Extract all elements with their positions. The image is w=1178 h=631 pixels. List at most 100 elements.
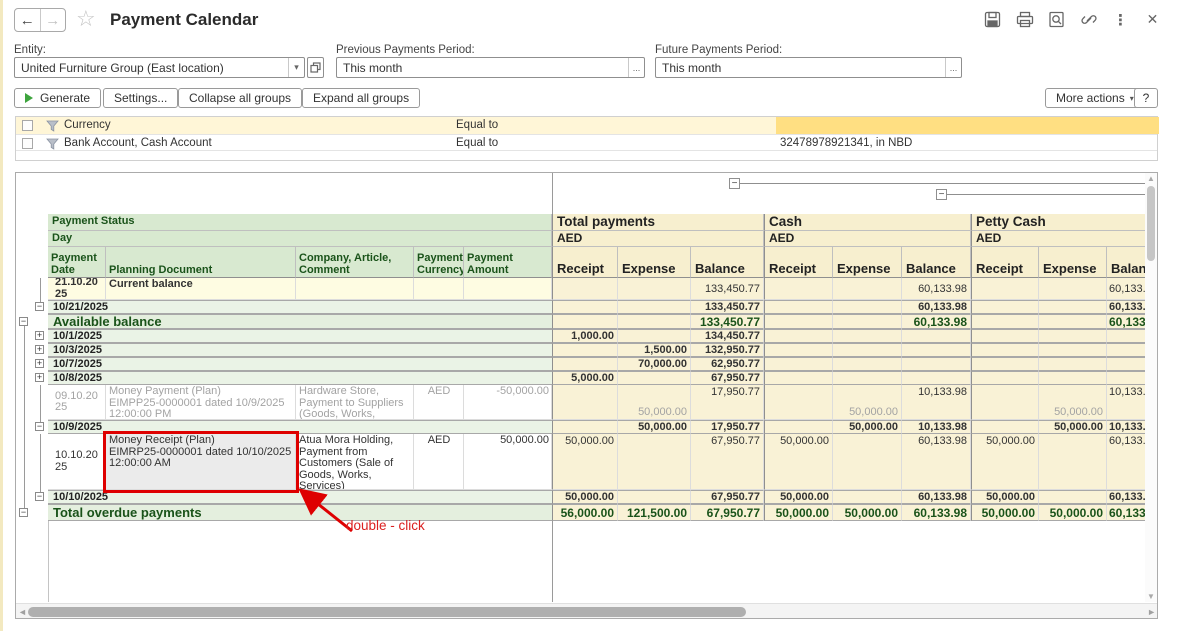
cell-cb[interactable]: [902, 343, 971, 357]
cell-pr[interactable]: [971, 385, 1039, 420]
cell-pe[interactable]: [1039, 343, 1107, 357]
filter-row-currency[interactable]: Currency Equal to: [16, 117, 1157, 134]
day-row-label[interactable]: 10/1/2025: [48, 329, 552, 343]
minus-expander-icon[interactable]: −: [19, 508, 28, 517]
cell-pe[interactable]: [1039, 357, 1107, 371]
minus-expander-icon[interactable]: −: [35, 492, 44, 501]
cell-pe[interactable]: [1039, 314, 1107, 329]
cell-tr[interactable]: [552, 385, 618, 420]
plus-expander-icon[interactable]: +: [35, 345, 44, 354]
cell-pb[interactable]: 60,133.98: [1107, 504, 1147, 521]
entity-open-button[interactable]: [307, 57, 324, 78]
cell-te[interactable]: 121,500.00: [618, 504, 691, 521]
cell-ce[interactable]: 50,000.00: [833, 504, 902, 521]
previous-period-more-button[interactable]: ...: [628, 58, 644, 77]
cell-ce[interactable]: [833, 357, 902, 371]
filter-value-cell[interactable]: 32478978921341, in NBD: [776, 135, 1159, 150]
cell-pr[interactable]: [971, 278, 1039, 300]
cell-cr[interactable]: [764, 343, 833, 357]
cell-cb[interactable]: 60,133.98: [902, 434, 971, 490]
cell-pe[interactable]: [1039, 329, 1107, 343]
cell-tb[interactable]: 17,950.77: [691, 385, 764, 420]
cell-pb[interactable]: 10,133.98: [1107, 420, 1147, 434]
cell-ce[interactable]: [833, 371, 902, 385]
future-period-input[interactable]: This month ...: [655, 57, 962, 78]
cell-ce[interactable]: [833, 434, 902, 490]
cell-cb[interactable]: [902, 329, 971, 343]
plus-expander-icon[interactable]: +: [35, 359, 44, 368]
cell-pr[interactable]: 50,000.00: [971, 504, 1039, 521]
forward-button[interactable]: →: [41, 9, 66, 31]
cell-cb[interactable]: 60,133.98: [902, 490, 971, 504]
cell-tr[interactable]: [552, 278, 618, 300]
cell-te[interactable]: 70,000.00: [618, 357, 691, 371]
generate-button[interactable]: Generate: [14, 88, 101, 108]
preview-icon[interactable]: [1047, 10, 1066, 29]
planning-document-cell[interactable]: Money Payment (Plan) EIMPP25-0000001 dat…: [106, 385, 296, 420]
collapse-group-icon[interactable]: −: [936, 189, 947, 200]
horizontal-scrollbar[interactable]: ◄ ►: [16, 603, 1158, 619]
cell-tb[interactable]: 134,450.77: [691, 329, 764, 343]
cell-cb[interactable]: [902, 357, 971, 371]
payment-amount-cell[interactable]: [464, 278, 552, 300]
cell-pe[interactable]: 50,000.00: [1039, 504, 1107, 521]
cell-tr[interactable]: 1,000.00: [552, 329, 618, 343]
cell-ce[interactable]: 50,000.00: [833, 420, 902, 434]
cell-pr[interactable]: [971, 300, 1039, 314]
cell-ce[interactable]: [833, 329, 902, 343]
cell-tb[interactable]: 133,450.77: [691, 314, 764, 329]
cell-pe[interactable]: 50,000.00: [1039, 420, 1107, 434]
collapse-group-icon[interactable]: −: [729, 178, 740, 189]
cell-tr[interactable]: 50,000.00: [552, 490, 618, 504]
cell-te[interactable]: [618, 371, 691, 385]
payment-amount-cell[interactable]: -50,000.00: [464, 385, 552, 420]
cell-cb[interactable]: 60,133.98: [902, 300, 971, 314]
link-icon[interactable]: [1079, 10, 1098, 29]
close-icon[interactable]: ✕: [1143, 10, 1162, 29]
cell-pr[interactable]: [971, 329, 1039, 343]
cell-tb[interactable]: 132,950.77: [691, 343, 764, 357]
minus-expander-icon[interactable]: −: [35, 302, 44, 311]
cell-cb[interactable]: 10,133.98: [902, 420, 971, 434]
help-button[interactable]: ?: [1134, 88, 1158, 108]
company-article-comment-cell[interactable]: [296, 278, 414, 300]
cell-pe[interactable]: [1039, 300, 1107, 314]
cell-pb[interactable]: 60,133.98: [1107, 490, 1147, 504]
cell-tr[interactable]: [552, 314, 618, 329]
cell-cr[interactable]: [764, 300, 833, 314]
cell-pr[interactable]: 50,000.00: [971, 490, 1039, 504]
cell-ce[interactable]: [833, 300, 902, 314]
scroll-right-icon[interactable]: ►: [1147, 607, 1156, 617]
cell-pe[interactable]: [1039, 434, 1107, 490]
payment-date-cell[interactable]: 09.10.2025: [48, 385, 106, 420]
cell-pe[interactable]: 50,000.00: [1039, 385, 1107, 420]
cell-cr[interactable]: [764, 329, 833, 343]
cell-pe[interactable]: [1039, 278, 1107, 300]
cell-te[interactable]: [618, 278, 691, 300]
minus-expander-icon[interactable]: −: [19, 317, 28, 326]
more-actions-button[interactable]: More actions▾: [1045, 88, 1145, 108]
cell-cr[interactable]: [764, 314, 833, 329]
cell-tr[interactable]: [552, 420, 618, 434]
cell-cb[interactable]: 60,133.98: [902, 278, 971, 300]
cell-tb[interactable]: 67,950.77: [691, 490, 764, 504]
cell-tb[interactable]: 67,950.77: [691, 504, 764, 521]
cell-tb[interactable]: 133,450.77: [691, 300, 764, 314]
cell-te[interactable]: [618, 300, 691, 314]
company-article-comment-cell[interactable]: Atua Mora Holding, Payment from Customer…: [296, 434, 414, 490]
collapse-all-groups-button[interactable]: Collapse all groups: [178, 88, 302, 108]
cell-cr[interactable]: [764, 278, 833, 300]
cell-cr[interactable]: 50,000.00: [764, 490, 833, 504]
cell-te[interactable]: 50,000.00: [618, 385, 691, 420]
cell-pe[interactable]: [1039, 371, 1107, 385]
cell-cb[interactable]: 60,133.98: [902, 504, 971, 521]
payment-amount-cell[interactable]: 50,000.00: [464, 434, 552, 490]
payment-currency-cell[interactable]: [414, 278, 464, 300]
cell-ce[interactable]: [833, 343, 902, 357]
filter-checkbox[interactable]: [22, 138, 33, 149]
day-row-label[interactable]: 10/8/2025: [48, 371, 552, 385]
cell-tr[interactable]: [552, 343, 618, 357]
cell-tr[interactable]: [552, 357, 618, 371]
print-icon[interactable]: [1015, 10, 1034, 29]
filter-checkbox[interactable]: [22, 120, 33, 131]
